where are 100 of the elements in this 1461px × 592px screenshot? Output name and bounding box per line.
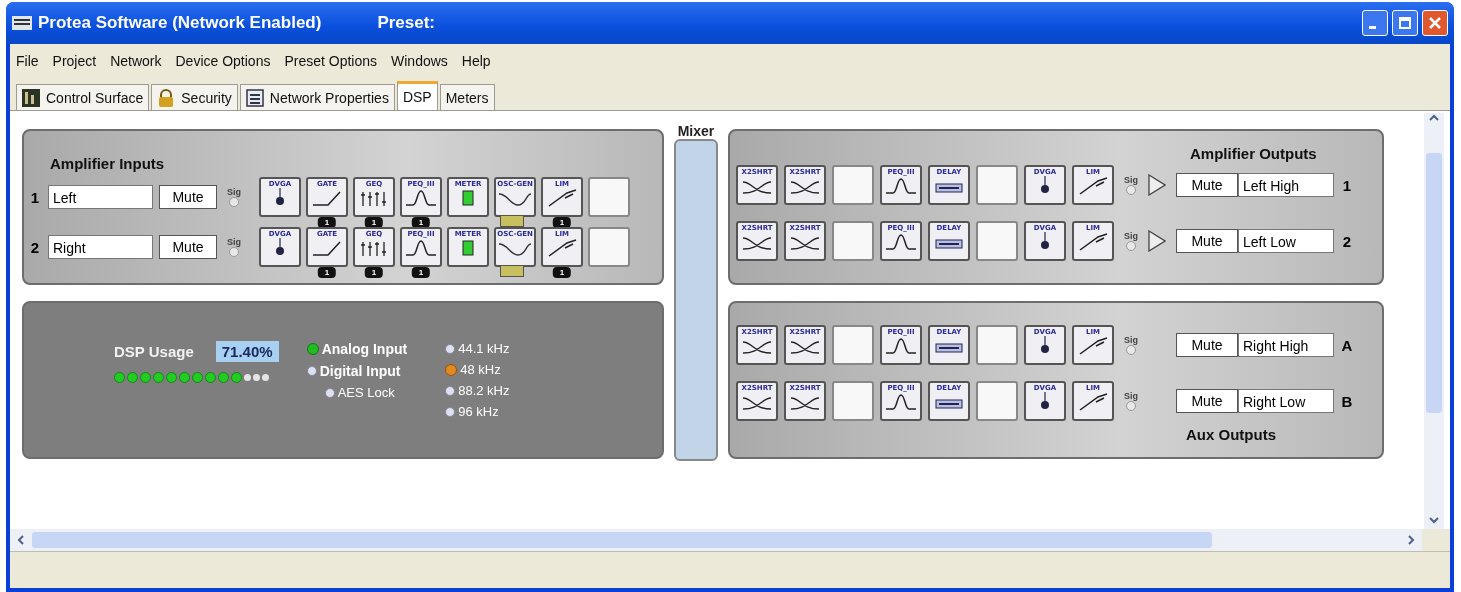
bell-curve-icon bbox=[884, 336, 918, 356]
dsp-block[interactable] bbox=[588, 177, 630, 217]
channel-badge: 1 bbox=[411, 267, 431, 278]
channel-number: B bbox=[1340, 392, 1354, 410]
channel-number: 1 bbox=[29, 188, 41, 206]
option-label: 44.1 kHz bbox=[458, 341, 510, 356]
dsp-block[interactable] bbox=[976, 165, 1018, 205]
channel-badge: 1 bbox=[552, 267, 572, 278]
panel-title: Amplifier Inputs bbox=[50, 155, 165, 172]
dsp-block[interactable] bbox=[832, 381, 874, 421]
signal-label: Sig bbox=[1124, 175, 1138, 185]
tab[interactable]: Control Surface bbox=[16, 84, 150, 110]
close-icon bbox=[1429, 17, 1441, 29]
signal-label: Sig bbox=[1124, 335, 1138, 345]
dsp-block[interactable] bbox=[976, 381, 1018, 421]
scroll-up-icon[interactable] bbox=[1427, 113, 1441, 123]
lock-icon bbox=[157, 88, 176, 107]
mixer-bar[interactable] bbox=[674, 139, 718, 461]
signal-led bbox=[229, 247, 239, 257]
option-label: 48 kHz bbox=[460, 362, 501, 377]
fader-icon bbox=[1040, 176, 1050, 194]
radio-button[interactable] bbox=[445, 385, 456, 396]
mute-button[interactable]: Mute bbox=[1176, 173, 1238, 197]
channel-badge: 1 bbox=[364, 267, 384, 278]
dsp-block[interactable] bbox=[588, 227, 630, 267]
mixer-label: Mixer bbox=[677, 123, 715, 139]
mute-button[interactable]: Mute bbox=[159, 185, 217, 209]
dsp-block[interactable] bbox=[832, 221, 874, 261]
scroll-left-icon[interactable] bbox=[16, 533, 26, 547]
signal-label: Sig bbox=[227, 237, 241, 247]
tab[interactable]: DSP bbox=[396, 81, 438, 110]
menu-item[interactable]: Project bbox=[52, 53, 97, 69]
dsp-block[interactable] bbox=[832, 165, 874, 205]
signal-led bbox=[1126, 185, 1136, 195]
bell-curve-icon bbox=[884, 176, 918, 196]
mute-button[interactable]: Mute bbox=[159, 235, 217, 259]
radio-button[interactable] bbox=[445, 406, 456, 417]
option-label: Digital Input bbox=[319, 363, 401, 379]
dsp-usage-value: 71.40% bbox=[215, 341, 279, 362]
maximize-button[interactable] bbox=[1392, 10, 1418, 36]
tab[interactable]: Meters bbox=[439, 84, 495, 110]
signal-label: Sig bbox=[227, 187, 241, 197]
signal-label: Sig bbox=[1124, 391, 1138, 401]
bell-curve-icon bbox=[884, 232, 918, 252]
option-label: 96 kHz bbox=[458, 404, 499, 419]
app-icon bbox=[12, 16, 32, 30]
channel-name-field[interactable]: Left bbox=[48, 185, 153, 209]
radio-button[interactable] bbox=[445, 343, 456, 354]
signal-led bbox=[1126, 401, 1136, 411]
channel-name-field[interactable]: Right bbox=[48, 235, 153, 259]
minimize-button[interactable] bbox=[1362, 10, 1388, 36]
option-label: Analog Input bbox=[321, 341, 408, 357]
dsp-block[interactable] bbox=[832, 325, 874, 365]
channel-number: A bbox=[1340, 336, 1354, 354]
window-title: Protea Software (Network Enabled) bbox=[38, 13, 322, 33]
option-label: 88.2 kHz bbox=[458, 383, 510, 398]
channel-name-field[interactable]: Right Low bbox=[1238, 389, 1334, 413]
fader-icon bbox=[1040, 336, 1050, 354]
fader-icon bbox=[1040, 232, 1050, 250]
signal-led bbox=[1126, 345, 1136, 355]
menu-item[interactable]: File bbox=[16, 53, 39, 69]
radio-button[interactable] bbox=[306, 343, 319, 355]
option-label: AES Lock bbox=[337, 385, 395, 400]
channel-name-field[interactable]: Left High bbox=[1238, 173, 1334, 197]
bell-curve-icon bbox=[884, 392, 918, 412]
mute-button[interactable]: Mute bbox=[1176, 229, 1238, 253]
radio-button[interactable] bbox=[306, 366, 317, 376]
scroll-right-icon[interactable] bbox=[1406, 533, 1416, 547]
fader-icon bbox=[275, 188, 285, 206]
channel-number: 2 bbox=[29, 238, 41, 256]
vertical-scrollbar[interactable] bbox=[1424, 113, 1444, 529]
dsp-block[interactable] bbox=[976, 221, 1018, 261]
close-button[interactable] bbox=[1422, 10, 1448, 36]
signal-label: Sig bbox=[1124, 231, 1138, 241]
menu-item[interactable]: Windows bbox=[391, 53, 448, 69]
horizontal-scrollbar[interactable] bbox=[10, 529, 1422, 551]
panel-icon bbox=[22, 88, 40, 107]
minimize-icon bbox=[1368, 25, 1376, 29]
fader-icon bbox=[1040, 392, 1050, 410]
menu-item[interactable]: Network bbox=[110, 53, 162, 69]
bell-curve-icon bbox=[404, 188, 438, 208]
tab[interactable]: Security bbox=[151, 84, 238, 110]
mute-button[interactable]: Mute bbox=[1176, 389, 1238, 413]
scroll-down-icon[interactable] bbox=[1427, 515, 1441, 525]
menu-item[interactable]: Device Options bbox=[175, 53, 271, 69]
menu-item[interactable]: Help bbox=[461, 53, 491, 69]
menu-item[interactable]: Preset Options bbox=[284, 53, 378, 69]
fader-icon bbox=[275, 238, 285, 256]
channel-badge: 1 bbox=[317, 267, 337, 278]
signal-led bbox=[229, 197, 239, 207]
panel-title: Amplifier Outputs bbox=[1190, 145, 1317, 162]
mute-button[interactable]: Mute bbox=[1176, 333, 1238, 357]
list-icon bbox=[245, 88, 264, 107]
channel-number: 2 bbox=[1341, 232, 1353, 250]
channel-name-field[interactable]: Left Low bbox=[1238, 229, 1334, 253]
signal-led bbox=[1126, 241, 1136, 251]
dsp-block[interactable] bbox=[976, 325, 1018, 365]
radio-button[interactable] bbox=[445, 363, 458, 376]
channel-name-field[interactable]: Right High bbox=[1238, 333, 1334, 357]
tab[interactable]: Network Properties bbox=[239, 84, 395, 110]
